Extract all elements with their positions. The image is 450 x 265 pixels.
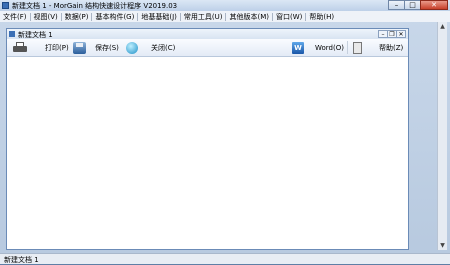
title-bar: 新建文档 1 - MorGain 结构快速设计程序 V2019.03 – □ ✕ [0,0,450,11]
app-icon [2,2,9,9]
doc-close-button[interactable]: ✕ [396,30,406,38]
toolbar-divider [347,41,348,54]
help-button[interactable]: 帮助(Z) [377,40,403,55]
menu-file[interactable]: 文件(F) [0,12,30,22]
scroll-up-icon[interactable]: ▲ [438,22,447,31]
window-title: 新建文档 1 - MorGain 结构快速设计程序 V2019.03 [12,2,178,10]
save-label: 保存(S) [95,43,119,52]
close-icon [126,41,138,54]
help-label: 帮助(Z) [379,43,404,52]
document-icon [9,31,15,37]
close-button[interactable]: 关闭(C) [149,40,175,55]
print-button[interactable] [13,40,27,55]
menu-view[interactable]: 视图(V) [31,12,61,22]
document-window: 新建文档 1 – ❐ ✕ 打印(P) 保存(S) 关闭(C) W Word(O)… [6,28,409,250]
help-icon-button[interactable] [353,40,362,55]
word-icon-button[interactable]: W [292,40,304,55]
status-bar: 新建文档 1 [0,253,450,264]
menu-basic-components[interactable]: 基本构件(G) [92,12,137,22]
close-window-button[interactable]: ✕ [420,0,448,10]
menu-other-versions[interactable]: 其他版本(M) [226,12,272,22]
save-button[interactable]: 保存(S) [93,40,119,55]
menu-bar: 文件(F) 视图(V) 数据(P) 基本构件(G) 地基基础(J) 常用工具(U… [0,11,450,22]
word-icon: W [292,41,304,54]
menu-foundation[interactable]: 地基基础(J) [138,12,180,22]
word-button[interactable]: Word(O) [313,40,344,55]
menu-common-tools[interactable]: 常用工具(U) [181,12,226,22]
help-icon [353,41,362,54]
save-icon [73,41,86,54]
save-icon-button[interactable] [73,40,86,55]
printer-icon [13,42,27,53]
vertical-scrollbar[interactable]: ▲ ▼ [437,22,447,250]
minimize-button[interactable]: – [388,0,405,10]
menu-help[interactable]: 帮助(H) [306,12,337,22]
close-icon-button[interactable] [126,40,138,55]
menu-data[interactable]: 数据(P) [62,12,92,22]
print-label-button[interactable]: 打印(P) [43,40,69,55]
document-canvas[interactable] [7,57,408,249]
print-label: 打印(P) [45,43,69,52]
word-label: Word(O) [315,43,344,52]
close-label: 关闭(C) [151,43,176,52]
maximize-button[interactable]: □ [404,0,421,10]
main-window: 新建文档 1 - MorGain 结构快速设计程序 V2019.03 – □ ✕… [0,0,450,264]
document-toolbar: 打印(P) 保存(S) 关闭(C) W Word(O) 帮助(Z) [7,39,408,57]
menu-window[interactable]: 窗口(W) [273,12,305,22]
scroll-down-icon[interactable]: ▼ [438,241,447,250]
